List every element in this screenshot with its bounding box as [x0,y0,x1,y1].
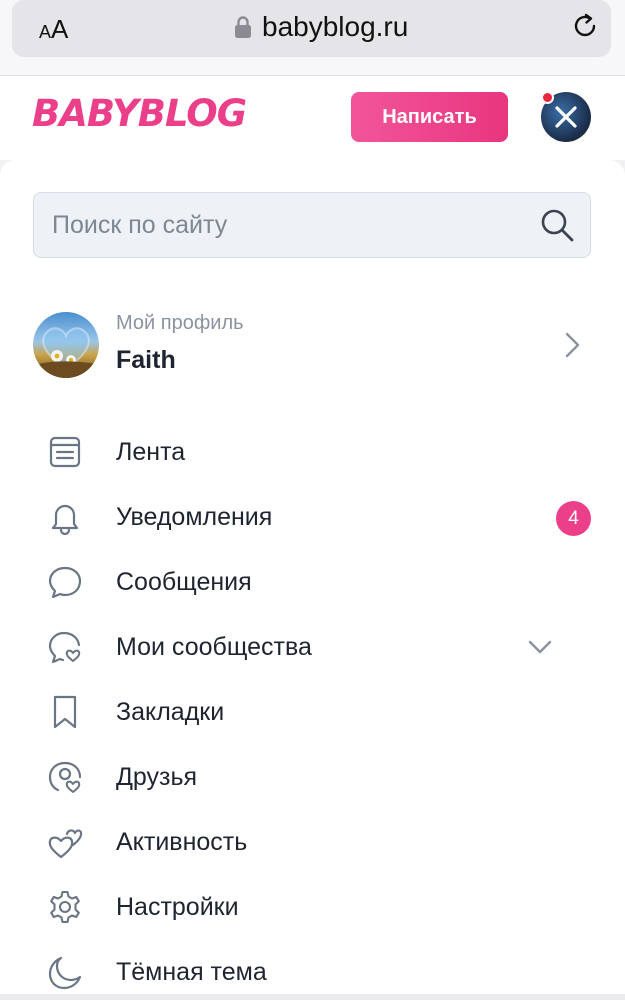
menu-item-label: Закладки [116,698,225,726]
menu-item-notifications[interactable]: Уведомления 4 [0,485,625,550]
url-field[interactable]: AA babyblog.ru [12,0,611,57]
search-box [33,192,591,258]
menu-item-settings[interactable]: Настройки [0,875,625,940]
menu-panel: Мой профиль Faith Лента Уведомления 4 [0,160,625,1000]
browser-address-bar: AA babyblog.ru [0,0,625,76]
profile-name: Faith [116,346,176,374]
communities-icon [48,631,81,664]
moon-icon [48,956,82,990]
my-profile-link[interactable]: Мой профиль Faith [33,310,593,380]
menu-item-dark-theme[interactable]: Тёмная тема [0,940,625,1000]
gear-icon [50,890,80,924]
menu-item-bookmarks[interactable]: Закладки [0,680,625,745]
friends-icon [48,761,82,793]
site-header: BABYBLOG Написать [0,76,625,160]
bell-icon [51,504,79,535]
avatar-image [33,327,99,378]
hearts-icon [48,829,83,859]
write-button[interactable]: Написать [351,92,508,142]
menu-item-label: Настройки [116,893,239,921]
profile-caption: Мой профиль [116,312,244,334]
url-text: babyblog.ru [262,11,409,42]
reload-icon[interactable] [570,11,600,41]
babyblog-logo[interactable]: BABYBLOG [32,92,247,135]
feed-icon [49,436,81,468]
menu-item-label: Активность [116,828,248,856]
menu-item-feed[interactable]: Лента [0,420,625,485]
main-menu: Лента Уведомления 4 Сообщения Мои сообще… [0,420,625,1000]
menu-item-label: Уведомления [116,503,273,531]
text-size-button[interactable]: AA [39,14,68,45]
menu-item-label: Мои сообщества [116,633,312,661]
search-icon[interactable] [539,207,575,243]
menu-item-label: Сообщения [116,568,252,596]
menu-item-label: Тёмная тема [116,958,267,986]
search-input[interactable] [52,193,522,257]
avatar [33,312,99,378]
url-display[interactable]: babyblog.ru [234,11,409,42]
chevron-down-icon[interactable] [527,635,553,659]
notifications-count-badge: 4 [556,501,591,536]
menu-item-activity[interactable]: Активность [0,810,625,875]
menu-item-my-communities[interactable]: Мои сообщества [0,615,625,680]
notification-dot [541,91,554,104]
bottom-edge [0,994,625,1000]
menu-item-label: Друзья [116,763,198,791]
chevron-right-icon [565,332,580,358]
chat-icon [48,566,82,599]
bookmark-icon [53,695,77,729]
lock-icon [235,16,251,38]
menu-item-label: Лента [116,438,186,466]
menu-item-messages[interactable]: Сообщения [0,550,625,615]
menu-item-friends[interactable]: Друзья [0,745,625,810]
